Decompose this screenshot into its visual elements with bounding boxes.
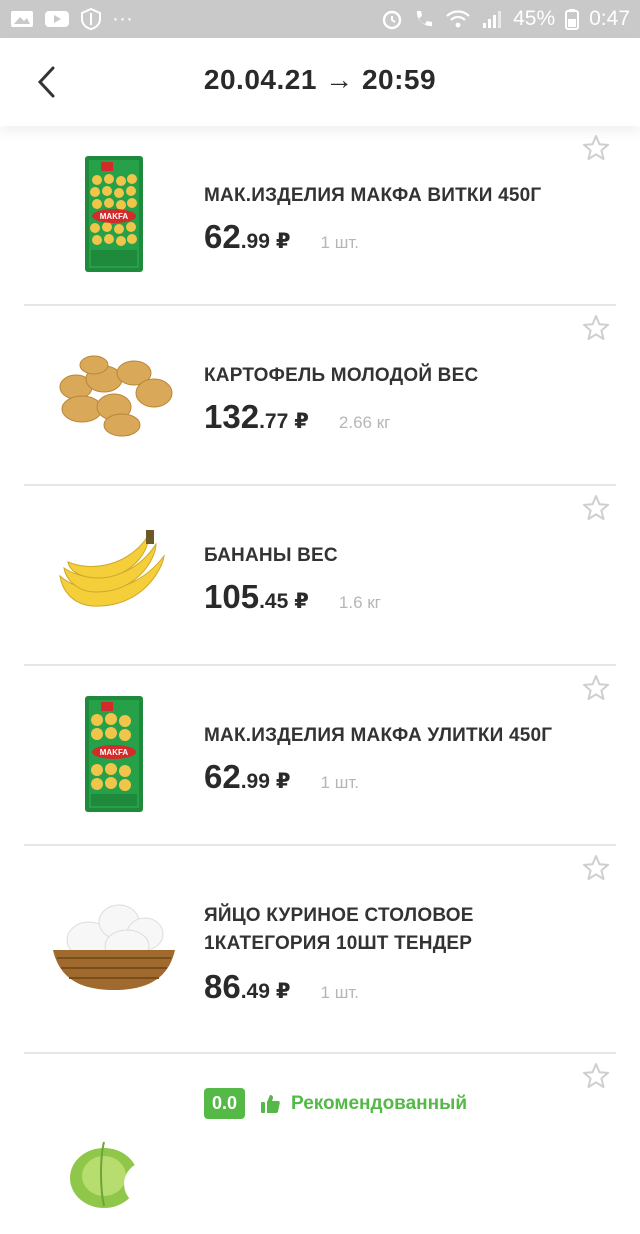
favorite-star-icon[interactable] — [582, 494, 610, 522]
price-decimal: .99 — [240, 770, 270, 793]
quantity: 2.66 кг — [338, 413, 391, 432]
list-item[interactable]: БАНАНЫ ВЕС 105 .45 ₽ 1.6 кг — [0, 486, 640, 666]
price-row: 105 .45 ₽ 1.6 кг — [204, 578, 381, 616]
currency: ₽ — [275, 980, 291, 1003]
currency: ₽ — [275, 770, 291, 793]
recommended-text: Рекомендованный — [291, 1092, 468, 1114]
signal-icon — [481, 8, 503, 30]
price-row: 132 .77 ₽ 2.66 кг — [204, 398, 390, 436]
favorite-star-icon[interactable] — [582, 854, 610, 882]
price-integer: 86 — [204, 968, 241, 1005]
currency: ₽ — [294, 590, 309, 613]
list-item[interactable]: MAKFA МАК.ИЗДЕЛИЯ МАКФА ВИТКИ 450Г 62 .9… — [0, 126, 640, 306]
price-row: 86 .49 ₽ 1 шт. — [204, 968, 359, 1006]
quantity: 1 шт. — [320, 983, 359, 1002]
quantity: 1 шт. — [320, 773, 359, 792]
quantity: 1 шт. — [320, 233, 359, 252]
list-item[interactable]: 0.0 Рекомендованный — [0, 1054, 640, 1234]
currency: ₽ — [294, 410, 309, 433]
makfa-logo-text: MAKFA — [100, 212, 129, 221]
price-decimal: .45 — [259, 590, 289, 613]
status-bar: ··· 45% 0:47 — [0, 0, 640, 38]
currency: ₽ — [275, 230, 291, 253]
product-name: КАРТОФЕЛЬ МОЛОДОЙ ВЕС — [204, 365, 479, 386]
youtube-icon — [44, 9, 70, 29]
product-image-cabbage — [48, 1102, 180, 1234]
more-icon: ··· — [112, 7, 133, 30]
price-integer: 105 — [204, 578, 260, 615]
product-name: БАНАНЫ ВЕС — [204, 545, 338, 566]
product-name: МАК.ИЗДЕЛИЯ МАКФА ВИТКИ 450Г — [204, 185, 542, 206]
purchase-list: MAKFA МАК.ИЗДЕЛИЯ МАКФА ВИТКИ 450Г 62 .9… — [0, 126, 640, 1234]
price-integer: 132 — [204, 398, 260, 435]
product-image-pasta: MAKFA — [48, 148, 180, 280]
makfa-logo-text: MAKFA — [100, 748, 129, 757]
battery-percent: 45% — [513, 7, 556, 30]
product-image-potatoes — [48, 328, 180, 460]
list-item[interactable]: ЯЙЦО КУРИНОЕ СТОЛОВОЕ 1КАТЕГОРИЯ 10ШТ ТЕ… — [0, 846, 640, 1054]
price-decimal: .49 — [240, 980, 270, 1003]
quantity: 1.6 кг — [338, 593, 381, 612]
price-row: 62 .99 ₽ 1 шт. — [204, 758, 359, 796]
thumbs-up-icon — [261, 1094, 280, 1113]
wifi-icon — [445, 8, 471, 30]
favorite-star-icon[interactable] — [582, 674, 610, 702]
shield-icon — [80, 8, 102, 30]
clock: 0:47 — [589, 7, 630, 30]
rating-badge: 0.0 — [204, 1088, 246, 1119]
wifi-call-icon — [413, 8, 435, 30]
favorite-star-icon[interactable] — [582, 134, 610, 162]
product-image-pasta: MAKFA — [48, 688, 180, 820]
product-image-bananas — [48, 508, 180, 640]
product-image-eggs — [48, 882, 180, 1014]
product-name: ЯЙЦО КУРИНОЕ СТОЛОВОЕ 1КАТЕГОРИЯ 10ШТ ТЕ… — [204, 905, 474, 954]
product-name: МАК.ИЗДЕЛИЯ МАКФА УЛИТКИ 450Г — [204, 725, 553, 746]
recommendation-row: 0.0 Рекомендованный — [204, 1088, 467, 1119]
page-title: 20.04.21 → 20:59 — [203, 64, 437, 95]
price-row: 62 .99 ₽ 1 шт. — [204, 218, 359, 256]
favorite-star-icon[interactable] — [582, 314, 610, 342]
price-integer: 62 — [204, 758, 241, 795]
recommended-label: Рекомендованный — [259, 1093, 467, 1115]
price-decimal: .77 — [259, 410, 289, 433]
list-item[interactable]: MAKFA МАК.ИЗДЕЛИЯ МАКФА УЛИТКИ 450Г 62 .… — [0, 666, 640, 846]
alarm-icon — [381, 8, 403, 30]
favorite-star-icon[interactable] — [582, 1062, 610, 1090]
header: 20.04.21 → 20:59 — [0, 38, 640, 126]
price-decimal: .99 — [240, 230, 270, 253]
list-item[interactable]: КАРТОФЕЛЬ МОЛОДОЙ ВЕС 132 .77 ₽ 2.66 кг — [0, 306, 640, 486]
gallery-icon — [10, 9, 34, 29]
battery-icon — [565, 8, 580, 30]
price-integer: 62 — [204, 218, 241, 255]
